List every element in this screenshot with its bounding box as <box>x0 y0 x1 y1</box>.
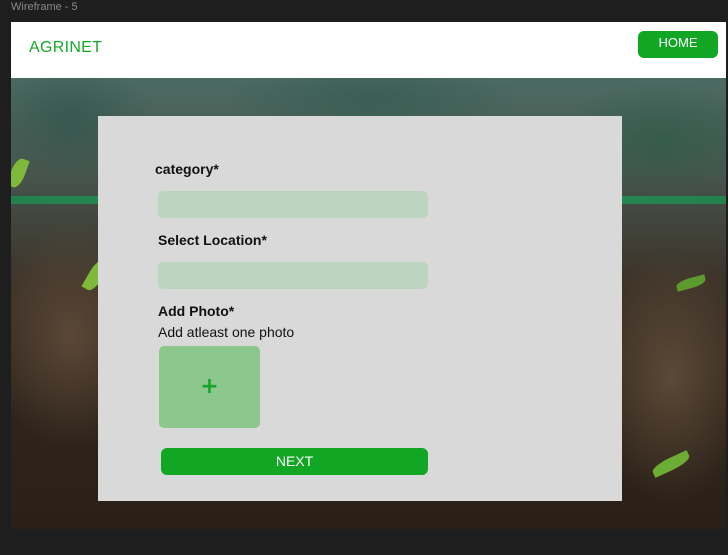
plus-icon: + <box>200 374 219 399</box>
category-input[interactable] <box>158 191 428 218</box>
sprout-leaf-left <box>11 156 30 190</box>
frame-label: Wireframe - 5 <box>11 1 78 13</box>
photo-hint: Add atleast one photo <box>158 324 295 340</box>
add-photo-button[interactable]: + <box>159 346 260 428</box>
top-nav: AGRINET HOME <box>11 22 726 78</box>
category-label: category* <box>155 161 219 177</box>
next-button[interactable]: NEXT <box>161 448 428 475</box>
app-frame: AGRINET HOME category* Select Location* … <box>11 22 726 529</box>
home-button[interactable]: HOME <box>638 31 718 58</box>
post-form-card: category* Select Location* Add Photo* Ad… <box>98 116 622 501</box>
sprout-leaf-right-upper <box>675 274 707 292</box>
location-input[interactable] <box>158 262 428 289</box>
location-label: Select Location* <box>158 232 267 248</box>
brand-logo[interactable]: AGRINET <box>29 39 102 57</box>
photo-label: Add Photo* <box>158 303 235 319</box>
sprout-leaf-right <box>650 450 692 478</box>
